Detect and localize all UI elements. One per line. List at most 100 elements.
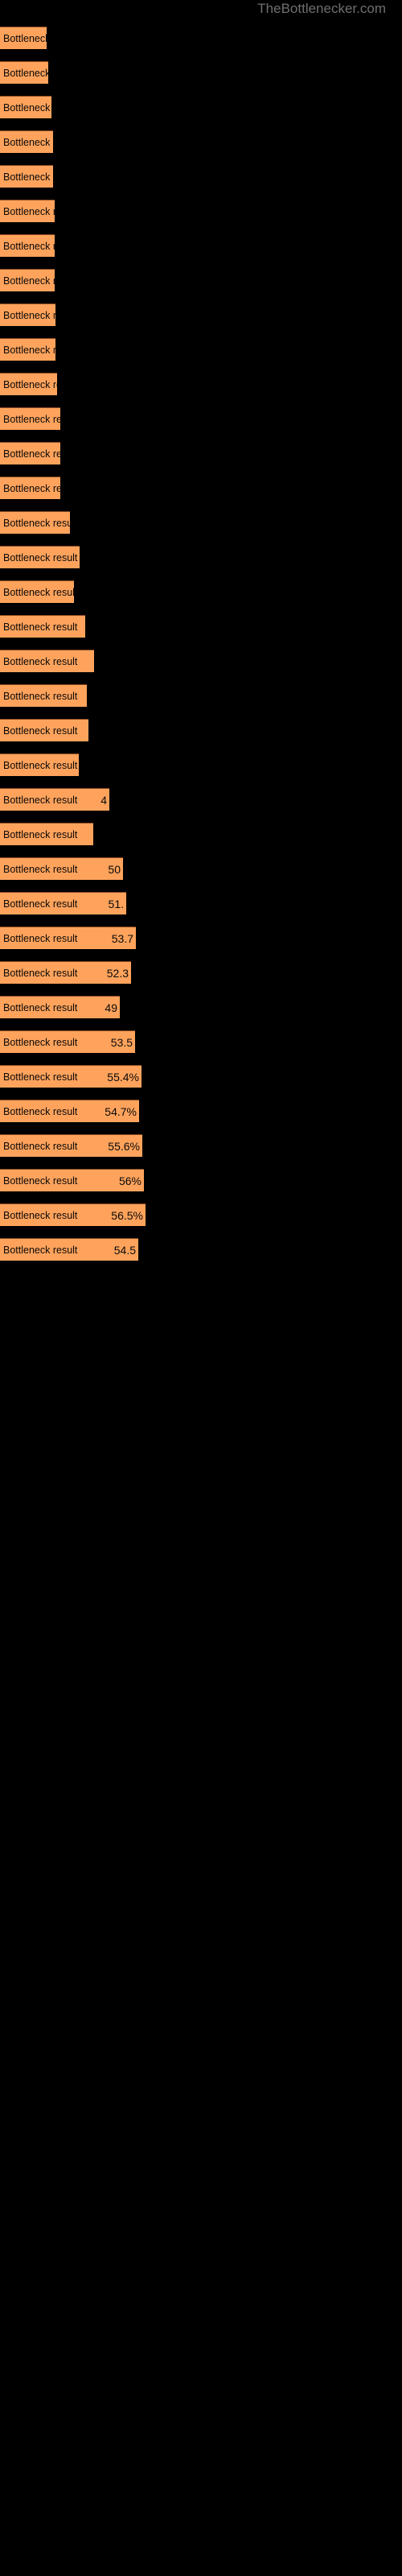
chart-row: Bottleneck result — [0, 298, 402, 332]
bar[interactable]: Bottleneck result 50 — [0, 857, 123, 880]
bar-value: 4 — [100, 793, 107, 807]
bottleneck-bar-chart: Bottleneck resultBottleneck resultBottle… — [0, 21, 402, 1267]
bar[interactable]: Bottleneck result 56% — [0, 1169, 144, 1191]
chart-row: Bottleneck result — [0, 679, 402, 713]
chart-row: Bottleneck result — [0, 56, 402, 90]
bar-label: Bottleneck result — [3, 690, 78, 702]
bar-label: Bottleneck result — [3, 551, 78, 564]
bar-label: Bottleneck result — [3, 1105, 78, 1117]
bar[interactable]: Bottleneck result — [0, 373, 57, 395]
chart-row: Bottleneck result 56% — [0, 1163, 402, 1198]
chart-row: Bottleneck result — [0, 713, 402, 748]
site-watermark: TheBottlenecker.com — [257, 1, 386, 16]
bar[interactable]: Bottleneck result — [0, 200, 55, 222]
chart-row: Bottleneck result — [0, 194, 402, 229]
bar[interactable]: Bottleneck result — [0, 27, 47, 49]
chart-row: Bottleneck result — [0, 229, 402, 263]
bar[interactable]: Bottleneck result — [0, 269, 55, 291]
bar-label: Bottleneck result — [3, 759, 78, 771]
bar[interactable]: Bottleneck result — [0, 719, 88, 741]
bar-label: Bottleneck result — [3, 136, 53, 148]
bar-label: Bottleneck result — [3, 1140, 78, 1152]
bar-label: Bottleneck result — [3, 1036, 78, 1048]
bar[interactable]: Bottleneck result 51. — [0, 892, 126, 914]
bar[interactable]: Bottleneck result 53.7 — [0, 927, 136, 949]
chart-row: Bottleneck result 53.5 — [0, 1025, 402, 1059]
bar[interactable]: Bottleneck result 54.5 — [0, 1238, 138, 1261]
bar[interactable]: Bottleneck result — [0, 96, 51, 118]
bar[interactable]: Bottleneck result — [0, 303, 55, 326]
chart-row: Bottleneck result 54.7% — [0, 1094, 402, 1129]
bar[interactable]: Bottleneck result — [0, 338, 55, 361]
bar-label: Bottleneck result — [3, 794, 78, 806]
chart-row: Bottleneck result — [0, 506, 402, 540]
bar-label: Bottleneck result — [3, 309, 55, 321]
bar[interactable]: Bottleneck result — [0, 580, 74, 603]
chart-row: Bottleneck result — [0, 263, 402, 298]
bar-value: 54.7% — [105, 1104, 137, 1118]
chart-row: Bottleneck result — [0, 471, 402, 506]
bar[interactable]: Bottleneck result — [0, 546, 80, 568]
bar-value: 56% — [118, 1174, 142, 1187]
bar-label: Bottleneck result — [3, 1244, 78, 1256]
bar[interactable]: Bottleneck result 52.3 — [0, 961, 131, 984]
bar[interactable]: Bottleneck result — [0, 130, 53, 153]
bar[interactable]: Bottleneck result 49 — [0, 996, 120, 1018]
chart-row: Bottleneck result 53.7 — [0, 921, 402, 956]
bar[interactable]: Bottleneck result — [0, 61, 48, 84]
chart-row: Bottleneck result 55.6% — [0, 1129, 402, 1163]
bar-value: 52.3 — [106, 966, 129, 980]
bar[interactable]: Bottleneck result — [0, 407, 60, 430]
bar-label: Bottleneck result — [3, 32, 47, 44]
chart-row: Bottleneck result — [0, 817, 402, 852]
bar[interactable]: Bottleneck result — [0, 684, 87, 707]
bar[interactable]: Bottleneck result — [0, 477, 60, 499]
bar-label: Bottleneck result — [3, 171, 53, 183]
bar[interactable]: Bottleneck result — [0, 511, 70, 534]
bar-label: Bottleneck result — [3, 621, 78, 633]
bar-label: Bottleneck result — [3, 863, 78, 875]
bar-label: Bottleneck result — [3, 275, 55, 287]
bar[interactable]: Bottleneck result 4 — [0, 788, 109, 811]
chart-row: Bottleneck result — [0, 436, 402, 471]
bar-label: Bottleneck result — [3, 932, 78, 944]
bar-label: Bottleneck result — [3, 1001, 78, 1013]
bar-label: Bottleneck result — [3, 448, 60, 460]
chart-row: Bottleneck result 50 — [0, 852, 402, 886]
bar[interactable]: Bottleneck result 53.5 — [0, 1030, 135, 1053]
chart-row: Bottleneck result — [0, 125, 402, 159]
chart-row: Bottleneck result — [0, 159, 402, 194]
bar[interactable]: Bottleneck result 55.6% — [0, 1134, 142, 1157]
bar-value: 51. — [108, 897, 124, 910]
chart-row: Bottleneck result — [0, 575, 402, 609]
bar[interactable]: Bottleneck result — [0, 234, 55, 257]
bar-label: Bottleneck result — [3, 1209, 78, 1221]
bar[interactable]: Bottleneck result 54.7% — [0, 1100, 139, 1122]
chart-row: Bottleneck result 54.5 — [0, 1232, 402, 1267]
chart-row: Bottleneck result — [0, 332, 402, 367]
bar-label: Bottleneck result — [3, 378, 57, 390]
bar[interactable]: Bottleneck result 55.4% — [0, 1065, 142, 1088]
chart-row: Bottleneck result 52.3 — [0, 956, 402, 990]
bar-value: 55.4% — [107, 1070, 139, 1084]
bar-value: 54.5 — [113, 1243, 136, 1257]
chart-row: Bottleneck result 55.4% — [0, 1059, 402, 1094]
bar-label: Bottleneck result — [3, 101, 51, 114]
bar-label: Bottleneck result — [3, 898, 78, 910]
bar[interactable]: Bottleneck result — [0, 615, 85, 638]
bar-value: 53.5 — [110, 1035, 133, 1049]
bar-value: 53.7 — [111, 931, 133, 945]
bar[interactable]: Bottleneck result — [0, 442, 60, 464]
bar[interactable]: Bottleneck result 56.5% — [0, 1203, 146, 1226]
bar[interactable]: Bottleneck result — [0, 650, 94, 672]
bar-label: Bottleneck result — [3, 724, 78, 737]
bar-label: Bottleneck result — [3, 967, 78, 979]
chart-row: Bottleneck result — [0, 90, 402, 125]
bar-value: 56.5% — [111, 1208, 143, 1222]
bar-label: Bottleneck result — [3, 413, 60, 425]
bar[interactable]: Bottleneck result — [0, 823, 93, 845]
bar[interactable]: Bottleneck result — [0, 753, 79, 776]
chart-row: Bottleneck result 4 — [0, 782, 402, 817]
bar[interactable]: Bottleneck result — [0, 165, 53, 188]
bar-value: 50 — [108, 862, 121, 876]
